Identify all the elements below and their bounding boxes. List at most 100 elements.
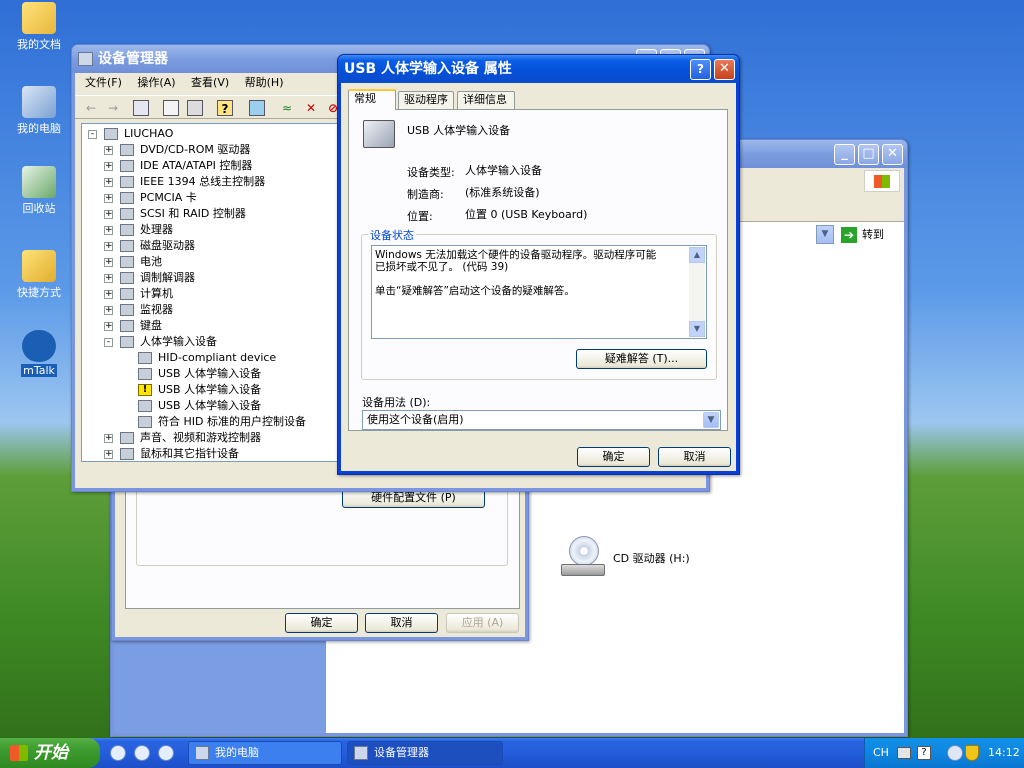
expand-icon[interactable]: + xyxy=(104,434,113,443)
close-button[interactable]: ✕ xyxy=(714,59,735,80)
taskbar-item-label: 我的电脑 xyxy=(215,746,259,759)
menu-help[interactable]: 帮助(H) xyxy=(239,73,290,93)
expand-icon[interactable]: + xyxy=(104,162,113,171)
tree-item-label: USB 人体学输入设备 xyxy=(158,367,262,380)
device-icon xyxy=(120,176,134,188)
expand-icon[interactable]: + xyxy=(104,322,113,331)
taskbar: 开始 我的电脑 设备管理器 CH ? 14:12 xyxy=(0,738,1024,768)
help-icon[interactable]: ? xyxy=(917,746,931,760)
device-name: USB 人体学输入设备 xyxy=(407,124,511,137)
uninstall-icon[interactable]: ✕ xyxy=(303,100,319,116)
device-icon xyxy=(120,256,134,268)
location-value: 位置 0 (USB Keyboard) xyxy=(465,208,588,221)
help-icon[interactable]: ? xyxy=(217,100,233,116)
device-status-text[interactable]: Windows 无法加载这个硬件的设备驱动程序。驱动程序可能 已损坏或不见了。 … xyxy=(371,245,707,339)
desktop-icon-my-documents[interactable]: 我的文档 xyxy=(8,2,70,52)
windows-logo-icon xyxy=(864,170,900,192)
dialog-ok-button[interactable]: 确定 xyxy=(577,447,650,467)
tree-item-label: USB 人体学输入设备 xyxy=(158,399,262,412)
update-driver-icon[interactable]: ≈ xyxy=(279,100,295,116)
taskbar-item-device-manager[interactable]: 设备管理器 xyxy=(347,741,503,765)
menu-file[interactable]: 文件(F) xyxy=(79,73,128,93)
collapse-icon[interactable]: - xyxy=(104,338,113,347)
windows-logo-icon xyxy=(10,745,28,761)
start-label: 开始 xyxy=(34,743,68,763)
device-icon xyxy=(138,352,152,364)
help-button[interactable]: ? xyxy=(690,59,711,80)
start-button[interactable]: 开始 xyxy=(0,738,100,768)
desktop-icon-my-computer[interactable]: 我的电脑 xyxy=(8,86,70,136)
expand-icon[interactable]: + xyxy=(104,242,113,251)
network-icon[interactable] xyxy=(947,745,963,761)
apply-button[interactable]: 应用 (A) xyxy=(446,613,519,633)
tab-driver[interactable]: 驱动程序 xyxy=(398,91,454,109)
expand-icon[interactable]: + xyxy=(104,178,113,187)
tree-item-label: USB 人体学输入设备 xyxy=(158,383,262,396)
expand-icon[interactable]: + xyxy=(104,146,113,155)
tree-item-label: 计算机 xyxy=(140,287,173,300)
desktop-icon-mtalk[interactable]: mTalk xyxy=(8,330,70,377)
scan-hardware-icon[interactable] xyxy=(249,100,265,116)
expand-icon[interactable]: + xyxy=(104,210,113,219)
computer-icon xyxy=(195,746,209,760)
device-status-group: 设备状态 Windows 无法加载这个硬件的设备驱动程序。驱动程序可能 已损坏或… xyxy=(361,227,717,380)
expand-icon[interactable]: + xyxy=(104,258,113,267)
clock: 14:12 xyxy=(988,746,1020,759)
goto-button[interactable]: ➔ 转到 xyxy=(838,224,896,246)
scroll-down-icon[interactable]: ▼ xyxy=(689,321,705,337)
quicklaunch-messenger-icon[interactable] xyxy=(110,745,126,761)
minimize-button[interactable]: _ xyxy=(834,144,855,165)
dialog-cancel-button[interactable]: 取消 xyxy=(658,447,731,467)
tab-general[interactable]: 常规 xyxy=(348,89,396,110)
expand-icon[interactable]: + xyxy=(104,290,113,299)
arrow-right-icon: ➔ xyxy=(841,227,857,243)
device-usage-select[interactable]: 使用这个设备(启用) ▼ xyxy=(362,410,721,430)
cancel-button[interactable]: 取消 xyxy=(365,613,438,633)
chevron-down-icon[interactable]: ▼ xyxy=(703,412,719,428)
properties-icon[interactable] xyxy=(163,100,179,116)
expand-icon[interactable]: + xyxy=(104,306,113,315)
tree-item-label: 调制解调器 xyxy=(140,271,195,284)
expand-icon[interactable]: + xyxy=(104,450,113,459)
address-dropdown-arrow-icon[interactable]: ▼ xyxy=(816,225,834,244)
expand-icon[interactable]: + xyxy=(104,194,113,203)
close-button[interactable]: ✕ xyxy=(882,144,903,165)
device-icon xyxy=(120,240,134,252)
forward-arrow-icon[interactable]: → xyxy=(105,100,121,116)
scroll-up-icon[interactable]: ▲ xyxy=(689,247,705,263)
device-icon xyxy=(120,336,134,348)
desktop-icon-recycle-bin[interactable]: 回收站 xyxy=(8,166,70,216)
usb-properties-dialog: USB 人体学输入设备 属性 ? ✕ 常规 驱动程序 详细信息 USB 人体学输… xyxy=(337,54,740,475)
expand-icon[interactable]: + xyxy=(104,274,113,283)
tree-item-label: 监视器 xyxy=(140,303,173,316)
quicklaunch-browser-icon[interactable] xyxy=(158,745,174,761)
device-icon xyxy=(120,448,134,460)
goto-label: 转到 xyxy=(862,228,884,241)
desktop-icon-shortcut[interactable]: 快捷方式 xyxy=(8,250,70,300)
maximize-button[interactable]: □ xyxy=(858,144,879,165)
troubleshoot-button[interactable]: 疑难解答 (T)... xyxy=(576,349,707,369)
back-arrow-icon[interactable]: ← xyxy=(83,100,99,116)
show-hide-tree-icon[interactable] xyxy=(133,100,149,116)
taskbar-item-my-computer[interactable]: 我的电脑 xyxy=(188,741,342,765)
tab-details[interactable]: 详细信息 xyxy=(457,91,515,109)
language-indicator[interactable]: CH xyxy=(873,746,889,759)
device-icon xyxy=(120,304,134,316)
security-shield-icon[interactable] xyxy=(965,745,979,761)
desktop-icon-label: 回收站 xyxy=(22,202,56,215)
quicklaunch-media-player-icon[interactable] xyxy=(134,745,150,761)
menu-view[interactable]: 查看(V) xyxy=(185,73,235,93)
device-usage-value: 使用这个设备(启用) xyxy=(367,413,464,426)
print-icon[interactable] xyxy=(187,100,203,116)
warning-icon: ! xyxy=(138,384,152,396)
device-icon xyxy=(120,288,134,300)
status-line-3: 单击“疑难解答”启动这个设备的疑难解答。 xyxy=(375,285,575,297)
keyboard-icon[interactable] xyxy=(897,747,911,759)
expand-icon[interactable]: + xyxy=(104,226,113,235)
status-scrollbar[interactable]: ▲ ▼ xyxy=(689,247,705,337)
tree-item-label: 处理器 xyxy=(140,223,173,236)
collapse-icon[interactable]: - xyxy=(88,130,97,139)
cd-drive-item[interactable]: CD 驱动器 (H:) xyxy=(559,536,759,582)
ok-button[interactable]: 确定 xyxy=(285,613,358,633)
menu-action[interactable]: 操作(A) xyxy=(131,73,181,93)
